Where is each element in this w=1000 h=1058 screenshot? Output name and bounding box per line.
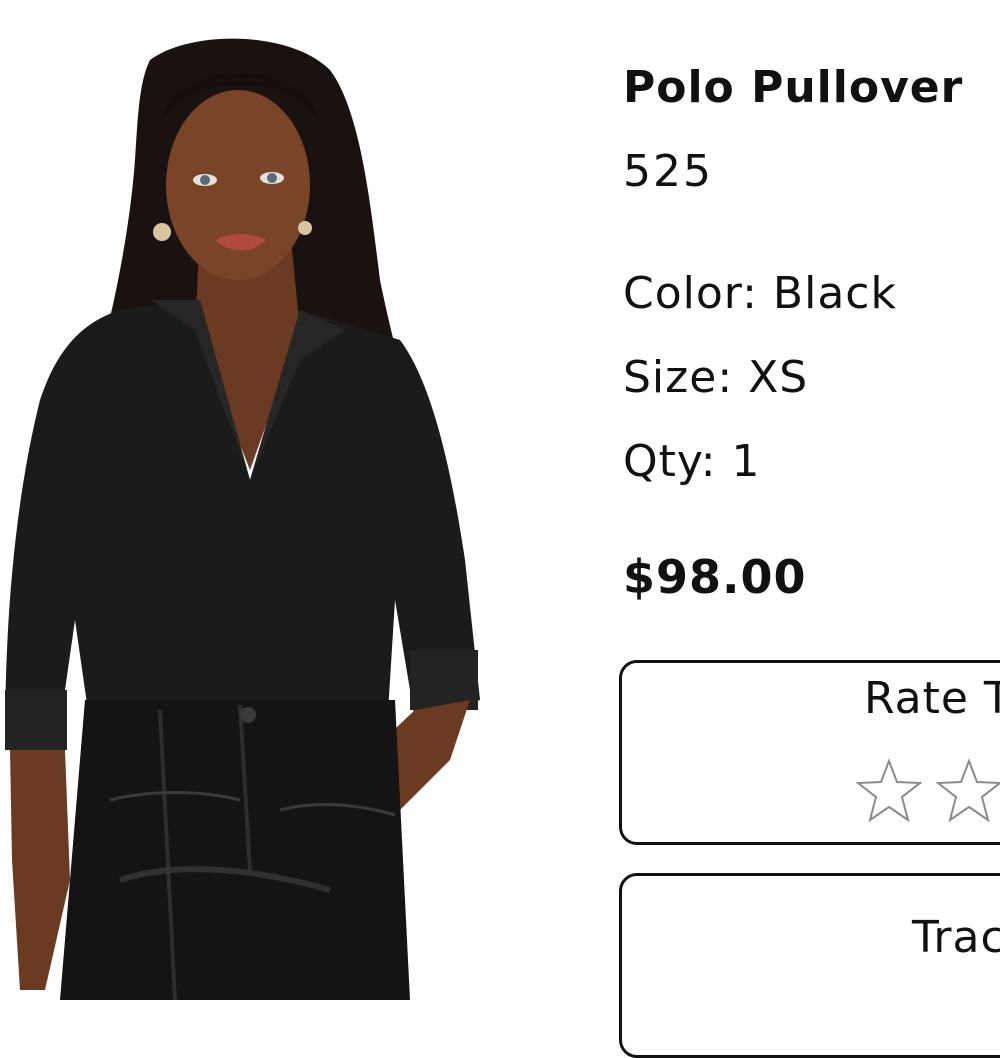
rate-label: Rate T	[864, 673, 1000, 724]
star-rating	[856, 758, 1000, 824]
product-sku: 525	[623, 146, 713, 197]
product-color: Color: Black	[623, 268, 897, 319]
star-outline-icon[interactable]	[936, 758, 1000, 824]
product-quantity: Qty: 1	[623, 436, 761, 487]
product-price: $98.00	[623, 550, 807, 604]
track-order-button[interactable]: Trac	[619, 873, 1000, 1058]
product-title: Polo Pullover	[623, 62, 964, 113]
track-order-label: Trac	[912, 912, 1000, 963]
product-photo	[0, 0, 500, 1000]
rate-product-card: Rate T	[619, 660, 1000, 845]
star-outline-icon[interactable]	[856, 758, 922, 824]
product-image	[0, 0, 500, 1000]
product-size: Size: XS	[623, 352, 809, 403]
